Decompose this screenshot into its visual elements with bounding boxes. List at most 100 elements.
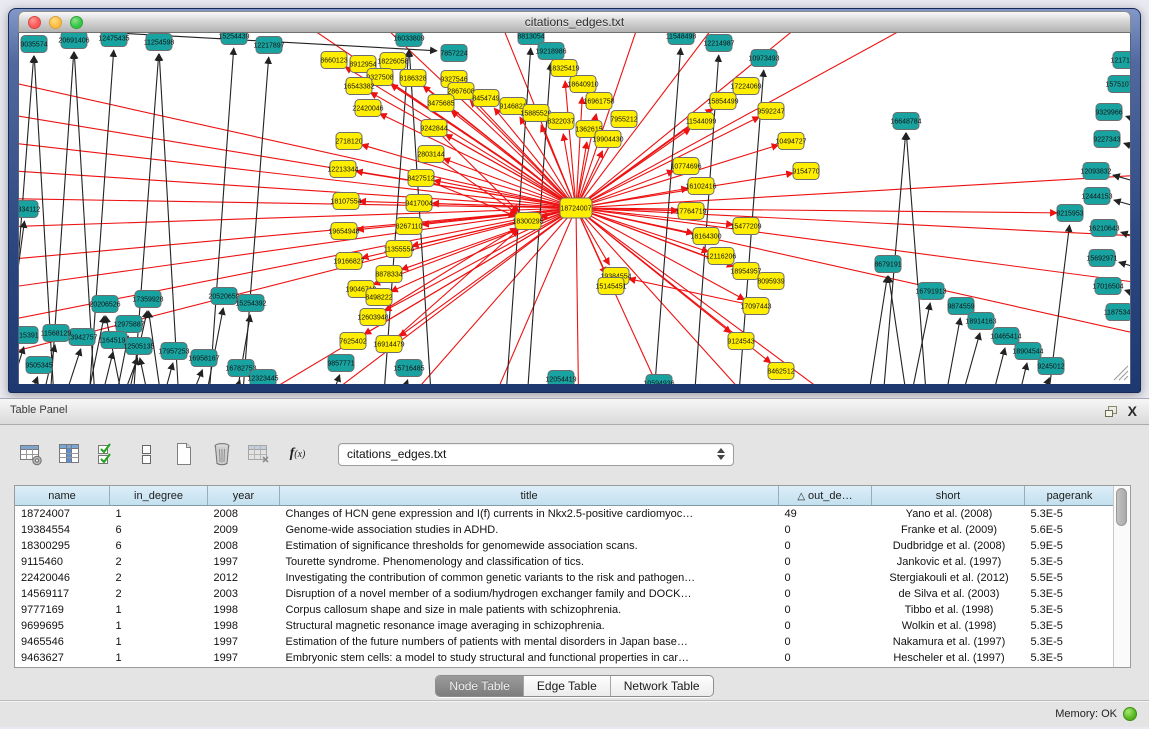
graph-node[interactable]: 16543382 xyxy=(343,78,374,95)
function-builder-icon[interactable]: f(x) xyxy=(284,441,311,468)
table-row[interactable]: 946554611997Estimation of the future num… xyxy=(15,634,1113,650)
graph-node[interactable]: 17957253 xyxy=(158,343,189,360)
graph-node[interactable]: 18904544 xyxy=(1012,343,1043,360)
float-panel-icon[interactable] xyxy=(1104,405,1118,418)
graph-node[interactable]: 15716485 xyxy=(393,360,424,377)
close-panel-icon[interactable]: X xyxy=(1128,403,1137,419)
graph-node[interactable]: 19654948 xyxy=(328,223,359,240)
memory-ok-icon[interactable] xyxy=(1123,707,1137,721)
graph-node[interactable]: 16648784 xyxy=(890,113,921,130)
graph-node[interactable]: 18640910 xyxy=(567,76,598,93)
graph-node[interactable]: 17016504 xyxy=(1092,278,1123,295)
graph-node[interactable]: 17764719 xyxy=(675,203,706,220)
graph-node[interactable]: 16033809 xyxy=(393,33,424,47)
graph-node[interactable]: 12505135 xyxy=(123,338,154,355)
graph-node[interactable]: 8462512 xyxy=(767,363,794,380)
close-window-icon[interactable] xyxy=(28,16,41,29)
graph-node[interactable]: 9874559 xyxy=(947,298,974,315)
graph-node[interactable]: 15854499 xyxy=(707,93,738,110)
graph-node[interactable]: 19218986 xyxy=(535,43,566,60)
vertical-scrollbar[interactable] xyxy=(1113,486,1130,667)
graph-node[interactable]: 11355554 xyxy=(384,241,415,258)
graph-hub-node[interactable]: 18724007 xyxy=(560,198,592,218)
graph-node[interactable]: 12213344 xyxy=(327,161,358,178)
column-header-short[interactable]: short xyxy=(872,486,1025,506)
graph-node[interactable]: 8267110 xyxy=(396,218,423,235)
graph-node[interactable]: 20206526 xyxy=(89,296,120,313)
table-row[interactable]: 1938455462009Genome-wide association stu… xyxy=(15,522,1113,538)
graph-node[interactable]: 18164300 xyxy=(690,228,721,245)
graph-node[interactable]: 11568129 xyxy=(41,325,72,342)
graph-node[interactable]: 19904430 xyxy=(592,131,623,148)
graph-node[interactable]: 16914479 xyxy=(373,336,404,353)
graph-node[interactable]: 9242844 xyxy=(420,120,447,137)
graph-node[interactable]: 15254392 xyxy=(235,295,266,312)
table-row[interactable]: 911546021997Tourette syndrome. Phenomeno… xyxy=(15,554,1113,570)
table-row[interactable]: 1872400712008Changes of HCN gene express… xyxy=(15,506,1113,523)
table-row[interactable]: 977716911998Corpus callosum shape and si… xyxy=(15,602,1113,618)
column-header-out_de[interactable]: △out_de… xyxy=(779,486,872,506)
column-header-pagerank[interactable]: pagerank xyxy=(1025,486,1114,506)
graph-node[interactable]: 12323445 xyxy=(247,370,278,385)
graph-node[interactable]: 16961758 xyxy=(583,93,614,110)
graph-node[interactable]: 16958167 xyxy=(188,350,219,367)
table-mode-icon[interactable] xyxy=(18,441,45,468)
graph-node[interactable]: 19166827 xyxy=(333,253,364,270)
tab-node-table[interactable]: Node Table xyxy=(436,676,524,696)
network-view[interactable]: 1872400718300295866012389129541822605893… xyxy=(19,33,1131,384)
graph-node[interactable]: 12093832 xyxy=(1080,163,1111,180)
new-column-icon[interactable] xyxy=(170,441,197,468)
graph-node[interactable]: 12054419 xyxy=(545,371,576,385)
graph-node[interactable]: 9227343 xyxy=(1093,131,1120,148)
delete-table-icon[interactable] xyxy=(246,441,273,468)
graph-node[interactable]: 8660123 xyxy=(320,52,347,69)
graph-node[interactable]: 8498222 xyxy=(365,289,392,306)
table-row[interactable]: 946362711997Embryonic stem cells: a mode… xyxy=(15,650,1113,666)
graph-node[interactable]: 18300295 xyxy=(512,213,543,230)
graph-node[interactable]: 12217897 xyxy=(253,37,284,54)
graph-node[interactable]: 12975887 xyxy=(113,316,144,333)
graph-node[interactable]: 8322037 xyxy=(547,113,574,130)
graph-node[interactable]: 8878334 xyxy=(375,266,402,283)
graph-node[interactable]: 9505345 xyxy=(25,357,52,374)
zoom-window-icon[interactable] xyxy=(70,16,83,29)
graph-node[interactable]: 9035574 xyxy=(20,36,47,53)
graph-node[interactable]: 15692971 xyxy=(1086,250,1117,267)
table-row[interactable]: 2242004622012Investigating the contribut… xyxy=(15,570,1113,586)
graph-node[interactable]: 15145451 xyxy=(595,278,626,295)
graph-node[interactable]: 9592247 xyxy=(757,103,784,120)
graph-node[interactable]: 9417004 xyxy=(405,195,432,212)
graph-node[interactable]: 17097443 xyxy=(740,298,771,315)
graph-node[interactable]: 18107554 xyxy=(330,193,361,210)
graph-node[interactable]: 9245012 xyxy=(1037,358,1064,375)
graph-node[interactable]: 15477209 xyxy=(730,218,761,235)
graph-node[interactable]: 8215953 xyxy=(1056,205,1083,222)
graph-node[interactable]: 18954957 xyxy=(730,263,761,280)
graph-node[interactable]: 9124543 xyxy=(727,333,754,350)
table-selector-dropdown[interactable]: citations_edges.txt xyxy=(338,443,734,466)
scrollbar-thumb[interactable] xyxy=(1116,488,1127,526)
graph-node[interactable]: 10973493 xyxy=(748,50,779,67)
clear-selection-icon[interactable] xyxy=(132,441,159,468)
graph-node[interactable]: 3475685 xyxy=(427,95,454,112)
graph-node[interactable]: 11875344 xyxy=(1104,304,1131,321)
graph-node[interactable]: 15254439 xyxy=(218,33,249,45)
graph-node[interactable]: 20691406 xyxy=(58,33,89,49)
graph-node[interactable]: 11254598 xyxy=(144,34,175,51)
delete-column-icon[interactable] xyxy=(208,441,235,468)
graph-node[interactable]: 7955212 xyxy=(610,111,637,128)
graph-node[interactable]: 9857771 xyxy=(327,355,354,372)
graph-node[interactable]: 10494727 xyxy=(775,133,806,150)
column-header-year[interactable]: year xyxy=(208,486,280,506)
column-header-in_degree[interactable]: in_degree xyxy=(110,486,208,506)
graph-node[interactable]: 12116206 xyxy=(706,248,737,265)
graph-node[interactable]: 11544099 xyxy=(686,113,717,130)
minimize-window-icon[interactable] xyxy=(49,16,62,29)
graph-node[interactable]: 12603948 xyxy=(357,309,388,326)
graph-node[interactable]: 2803144 xyxy=(417,146,444,163)
graph-node[interactable]: 9154770 xyxy=(792,163,819,180)
graph-node[interactable]: 18226058 xyxy=(377,53,408,70)
graph-node[interactable]: 8186328 xyxy=(399,70,426,87)
graph-node[interactable]: 16210643 xyxy=(1088,220,1119,237)
table-row[interactable]: 1456911722003Disruption of a novel membe… xyxy=(15,586,1113,602)
